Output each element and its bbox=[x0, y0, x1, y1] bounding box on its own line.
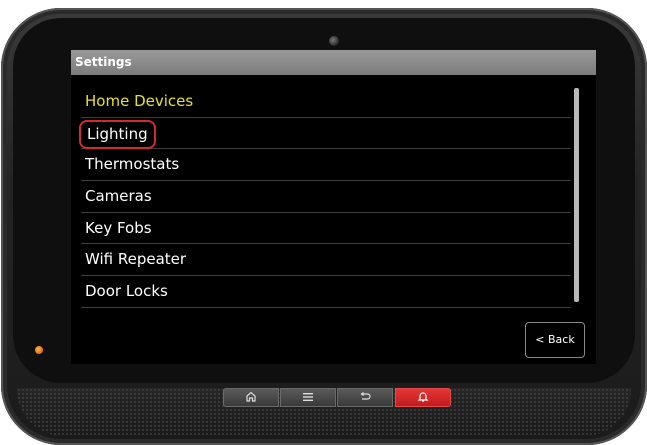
touch-screen: Settings Home Devices Lighting Thermosta… bbox=[71, 50, 596, 364]
list-item-label: Door Locks bbox=[85, 282, 168, 301]
list-item-label: Cameras bbox=[85, 187, 152, 206]
return-button[interactable] bbox=[337, 388, 393, 407]
home-icon bbox=[246, 391, 256, 402]
return-icon bbox=[360, 391, 371, 400]
camera-lens bbox=[329, 36, 339, 46]
menu-button[interactable] bbox=[280, 388, 336, 407]
list-item-label: Key Fobs bbox=[85, 218, 152, 237]
home-button[interactable] bbox=[223, 388, 279, 407]
section-header-home-devices: Home Devices bbox=[81, 86, 571, 118]
list-item-lighting[interactable]: Lighting bbox=[79, 118, 571, 150]
list-item-thermostats[interactable]: Thermostats bbox=[81, 149, 571, 182]
section-header-label: Home Devices bbox=[85, 92, 194, 110]
settings-list: Home Devices Lighting Thermostats Camera… bbox=[79, 86, 571, 308]
list-item-cameras[interactable]: Cameras bbox=[81, 181, 571, 213]
list-item-key-fobs[interactable]: Key Fobs bbox=[81, 213, 571, 245]
list-scrollbar[interactable] bbox=[574, 88, 579, 302]
list-item-label: Wifi Repeater bbox=[85, 250, 187, 269]
list-item-label: Thermostats bbox=[85, 155, 180, 174]
alarm-bell-icon bbox=[417, 392, 429, 402]
status-led bbox=[35, 346, 43, 354]
list-item-wifi-repeater[interactable]: Wifi Repeater bbox=[81, 244, 571, 277]
hardware-button-bar bbox=[223, 388, 451, 407]
list-item-door-locks[interactable]: Door Locks bbox=[81, 276, 571, 308]
alarm-button[interactable] bbox=[395, 388, 451, 407]
list-item-label: Lighting bbox=[79, 119, 156, 149]
page-title: Settings bbox=[71, 50, 596, 75]
back-button[interactable]: < Back bbox=[525, 322, 585, 358]
menu-icon bbox=[303, 392, 313, 401]
